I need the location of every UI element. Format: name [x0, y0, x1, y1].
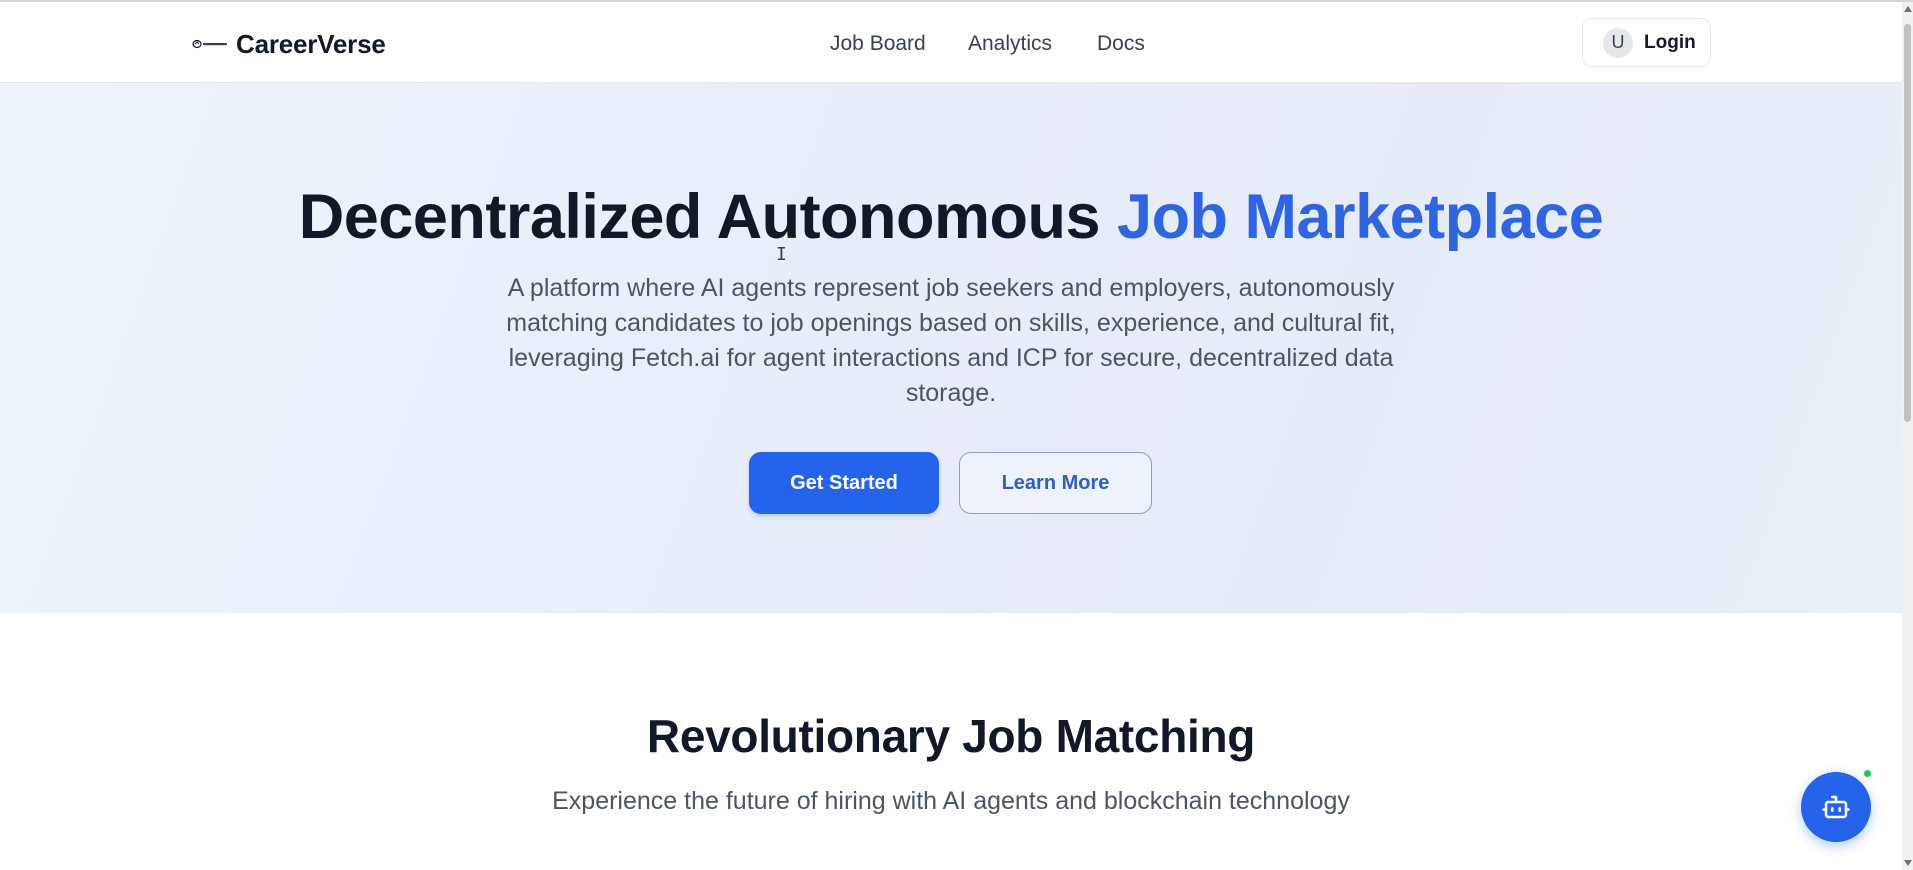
get-started-button[interactable]: Get Started: [749, 452, 939, 514]
hero-description: A platform where AI agents represent job…: [506, 274, 1396, 407]
hero-title: Decentralized Autonomous Job Marketplace: [0, 177, 1902, 257]
text-cursor-icon: I: [776, 244, 787, 265]
online-status-dot: [1862, 768, 1873, 779]
nav-docs[interactable]: Docs: [1097, 30, 1145, 58]
hero-title-accent: Job Marketplace: [1117, 182, 1604, 252]
robot-icon: [1822, 795, 1850, 819]
page: CareerVerse Job Board Analytics Docs U L…: [0, 0, 1913, 870]
nav-analytics[interactable]: Analytics: [968, 30, 1052, 58]
login-button[interactable]: U Login: [1582, 18, 1711, 67]
scrollbar-thumb[interactable]: [1904, 24, 1911, 422]
hero-section: Decentralized Autonomous Job Marketplace…: [0, 83, 1902, 613]
user-avatar: U: [1603, 27, 1633, 58]
nav-job-board[interactable]: Job Board: [830, 30, 926, 58]
vertical-scrollbar[interactable]: [1902, 2, 1913, 870]
chat-bot-button[interactable]: [1801, 772, 1871, 842]
features-title: Revolutionary Job Matching: [646, 710, 1256, 762]
scroll-up-arrow-icon[interactable]: [1904, 6, 1912, 12]
navbar: CareerVerse Job Board Analytics Docs U L…: [0, 2, 1902, 83]
learn-more-button[interactable]: Learn More: [959, 452, 1152, 514]
features-subtitle: Experience the future of hiring with AI …: [552, 787, 1350, 815]
features-section: Revolutionary Job Matching Experience th…: [0, 613, 1902, 870]
hero-title-main: Decentralized Autonomous: [298, 182, 1118, 252]
scroll-down-arrow-icon[interactable]: [1904, 860, 1912, 866]
login-label: Login: [1644, 31, 1696, 53]
